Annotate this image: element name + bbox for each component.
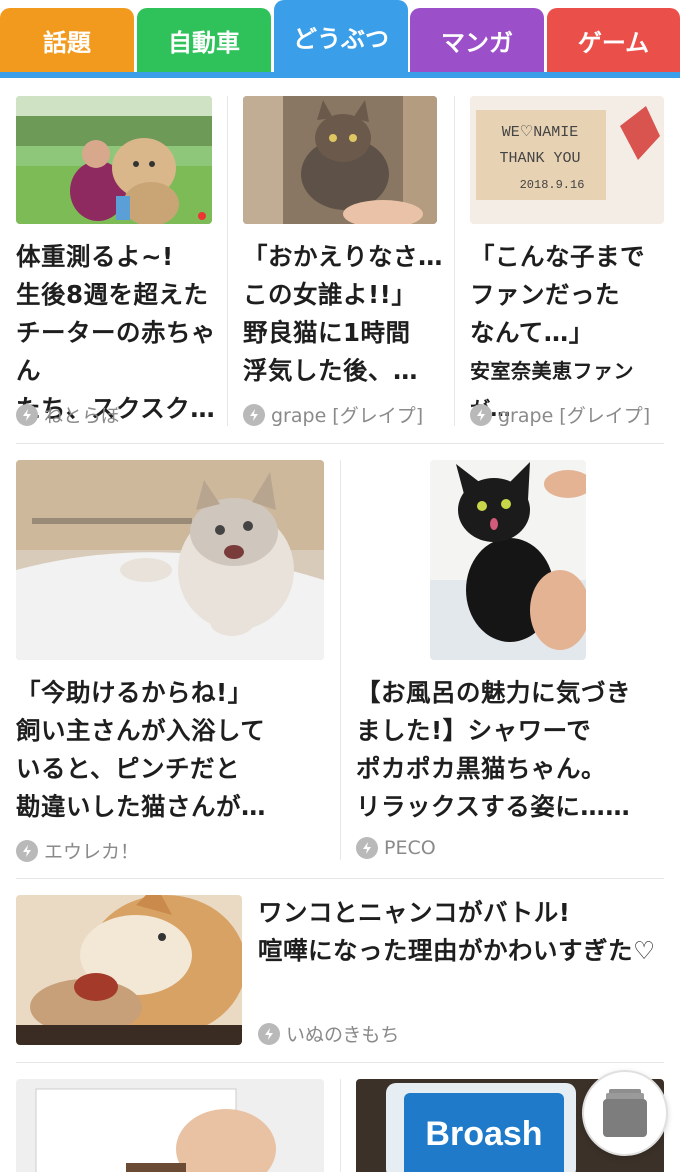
card-text-line: WE♡NAMIE xyxy=(502,124,578,141)
column-divider xyxy=(340,1079,341,1172)
title-line: 勘違いした猫さんが… xyxy=(16,792,266,821)
column-divider xyxy=(227,96,228,426)
lightning-icon xyxy=(243,403,265,426)
lightning-icon xyxy=(470,403,492,426)
card-text-line: THANK YOU xyxy=(499,150,580,167)
article-thumbnail-cat[interactable] xyxy=(243,96,437,224)
article-thumbnail-fan-card[interactable]: WE♡NAMIE THANK YOU 2018.9.16 xyxy=(470,96,664,224)
title-line: 野良猫に1時間 xyxy=(243,318,411,347)
tab-label: どうぶつ xyxy=(293,24,389,53)
floating-stack-button[interactable] xyxy=(582,1070,668,1156)
tab-animals[interactable]: どうぶつ xyxy=(274,0,408,72)
article-title[interactable]: ワンコとニャンコがバトル! 喧嘩になった理由がかわいすぎた♡ xyxy=(258,894,676,970)
article-thumbnail-dog-cat[interactable] xyxy=(16,895,242,1045)
tab-label: 話題 xyxy=(43,28,91,57)
row-divider xyxy=(16,1062,664,1063)
tab-manga[interactable]: マンガ xyxy=(410,8,544,72)
source-name: grape [グレイプ] xyxy=(271,405,424,427)
title-line: 【お風呂の魅力に気づき xyxy=(356,678,631,707)
article-thumbnail-black-cat[interactable] xyxy=(430,460,586,660)
article-title[interactable]: 【お風呂の魅力に気づき ました!】シャワーで ポカポカ黒猫ちゃん。 リラックスす… xyxy=(356,674,674,826)
stack-icon xyxy=(603,1089,647,1137)
title-line: ました!】シャワーで xyxy=(356,716,592,745)
title-line: ワンコとニャンコがバトル! xyxy=(258,898,571,927)
article-source: grape [グレイプ] xyxy=(243,401,423,428)
source-name: エウレカ！ xyxy=(44,841,140,863)
title-line: 「おかえりなさ… xyxy=(243,242,443,271)
article-source: ねとらぼ xyxy=(16,401,120,428)
article-source: PECO xyxy=(356,837,436,859)
package-text: Broash xyxy=(425,1115,542,1153)
title-line: ポカポカ黒猫ちゃん。 xyxy=(356,754,606,783)
title-line: ファンだった xyxy=(470,280,620,309)
lightning-icon xyxy=(258,1022,280,1045)
tab-topics[interactable]: 話題 xyxy=(0,8,134,72)
title-line: チーターの赤ちゃん xyxy=(16,318,216,385)
card-text-line: 2018.9.16 xyxy=(520,178,585,192)
source-name: ねとらぼ xyxy=(44,405,121,427)
tab-label: マンガ xyxy=(441,28,513,57)
title-line: 「こんな子まで xyxy=(470,242,645,271)
article-thumbnail-cheetah[interactable] xyxy=(16,96,212,224)
title-line: この女誰よ!!」 xyxy=(243,280,417,309)
article-source: grape [グレイプ] xyxy=(470,401,650,428)
tab-label: 自動車 xyxy=(168,28,240,57)
column-divider xyxy=(454,96,455,426)
lightning-icon xyxy=(356,837,378,859)
lightning-icon xyxy=(16,403,38,426)
title-line: 飼い主さんが入浴して xyxy=(16,716,266,745)
article-thumbnail-partial[interactable] xyxy=(16,1079,324,1172)
title-line: いると、ピンチだと xyxy=(16,754,241,783)
tab-cars[interactable]: 自動車 xyxy=(137,8,271,72)
category-tab-bar: 話題 自動車 どうぶつ マンガ ゲーム xyxy=(0,0,680,80)
title-line: 「今助けるからね!」 xyxy=(16,678,253,707)
title-line: 浮気した後、… xyxy=(243,356,418,385)
article-title[interactable]: 体重測るよ~! 生後8週を超えた チーターの赤ちゃん たち、スクスク… xyxy=(16,238,221,428)
title-line: なんて…」 xyxy=(470,318,594,347)
row-divider xyxy=(16,443,664,444)
row-divider xyxy=(16,878,664,879)
title-line: 体重測るよ~! xyxy=(16,242,174,271)
article-title[interactable]: 「こんな子まで ファンだった なんて…」 安室奈美恵ファンが… xyxy=(470,238,670,428)
tab-underline xyxy=(0,72,680,78)
source-name: いぬのきもち xyxy=(286,1024,400,1046)
source-name: grape [グレイプ] xyxy=(498,405,651,427)
tab-label: ゲーム xyxy=(577,28,650,57)
article-title[interactable]: 「おかえりなさ… この女誰よ!!」 野良猫に1時間 浮気した後、… xyxy=(243,238,448,390)
title-line: 生後8週を超えた xyxy=(16,280,209,309)
source-name: PECO xyxy=(384,837,436,859)
lightning-icon xyxy=(16,839,38,862)
article-title[interactable]: 「今助けるからね!」 飼い主さんが入浴して いると、ピンチだと 勘違いした猫さん… xyxy=(16,674,336,826)
title-line: 喧嘩になった理由がかわいすぎた♡ xyxy=(258,936,656,965)
title-line: リラックスする姿に…… xyxy=(356,792,631,821)
column-divider xyxy=(340,460,341,860)
article-source: いぬのきもち xyxy=(258,1020,399,1047)
tab-games[interactable]: ゲーム xyxy=(547,8,680,72)
article-thumbnail-bath-cat[interactable] xyxy=(16,460,324,660)
article-source: エウレカ！ xyxy=(16,837,139,864)
